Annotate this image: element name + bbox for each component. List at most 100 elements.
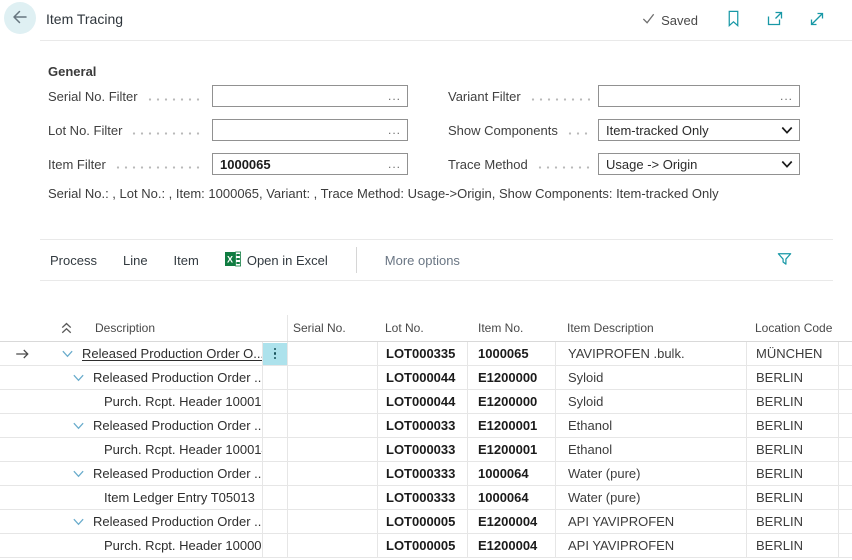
serial-cell[interactable]: [287, 390, 377, 413]
description-cell[interactable]: Purch. Rcpt. Header 100017: [0, 390, 262, 413]
lot-cell[interactable]: LOT000044: [377, 366, 467, 389]
table-row[interactable]: Item Ledger Entry T05013 LOT000333 10000…: [0, 486, 852, 510]
location-cell[interactable]: BERLIN: [746, 462, 838, 485]
table-row[interactable]: Released Production Order ... LOT000005 …: [0, 510, 852, 534]
expand-chevron-icon[interactable]: [59, 346, 75, 362]
trace-method-select[interactable]: Usage -> Origin: [598, 153, 800, 175]
location-cell[interactable]: BERLIN: [746, 438, 838, 461]
lot-cell[interactable]: LOT000044: [377, 390, 467, 413]
description-cell[interactable]: Purch. Rcpt. Header 100014: [0, 438, 262, 461]
lot-cell[interactable]: LOT000005: [377, 510, 467, 533]
serial-cell[interactable]: [287, 438, 377, 461]
column-header-lot-no[interactable]: Lot No.: [385, 321, 424, 335]
itemno-cell[interactable]: E1200004: [467, 534, 555, 557]
itemdesc-cell[interactable]: Ethanol: [555, 438, 746, 461]
serial-cell[interactable]: [287, 510, 377, 533]
description-cell[interactable]: Purch. Rcpt. Header 100005: [0, 534, 262, 557]
itemno-cell[interactable]: E1200000: [467, 390, 555, 413]
itemdesc-cell[interactable]: API YAVIPROFEN: [555, 534, 746, 557]
lot-no-filter-input[interactable]: [213, 120, 407, 140]
serial-cell[interactable]: [287, 366, 377, 389]
location-cell[interactable]: MÜNCHEN: [746, 342, 838, 365]
lot-cell[interactable]: LOT000033: [377, 438, 467, 461]
lot-cell[interactable]: LOT000033: [377, 414, 467, 437]
description-cell[interactable]: Released Production Order ...: [0, 414, 262, 437]
table-row[interactable]: Released Production Order O... LOT000335…: [0, 342, 852, 366]
itemno-cell[interactable]: E1200001: [467, 414, 555, 437]
table-row[interactable]: Purch. Rcpt. Header 100005 LOT000005 E12…: [0, 534, 852, 558]
open-in-excel-button[interactable]: X Open in Excel: [223, 247, 330, 274]
column-header-serial-no[interactable]: Serial No.: [293, 321, 346, 335]
variant-filter-input[interactable]: [599, 86, 799, 106]
serial-no-filter-input[interactable]: [213, 86, 407, 106]
lot-cell[interactable]: LOT000005: [377, 534, 467, 557]
description-cell[interactable]: Item Ledger Entry T05013: [0, 486, 262, 509]
itemno-cell[interactable]: E1200004: [467, 510, 555, 533]
more-options-button[interactable]: More options: [383, 249, 462, 272]
location-cell[interactable]: BERLIN: [746, 366, 838, 389]
item-filter-input[interactable]: [213, 154, 407, 174]
itemdesc-cell[interactable]: Syloid: [555, 390, 746, 413]
bookmark-button[interactable]: [722, 9, 744, 31]
expand-chevron-icon[interactable]: [70, 370, 86, 386]
show-components-select[interactable]: Item-tracked Only: [598, 119, 800, 141]
location-cell[interactable]: BERLIN: [746, 486, 838, 509]
itemno-cell[interactable]: 1000064: [467, 486, 555, 509]
filter-button[interactable]: [773, 249, 795, 271]
table-row[interactable]: Purch. Rcpt. Header 100017 LOT000044 E12…: [0, 390, 852, 414]
lot-cell[interactable]: LOT000335: [377, 342, 467, 365]
serial-cell[interactable]: [287, 342, 377, 365]
expand-chevron-icon[interactable]: [70, 418, 86, 434]
itemno-cell[interactable]: 1000064: [467, 462, 555, 485]
itemdesc-cell[interactable]: Water (pure): [555, 486, 746, 509]
description-cell[interactable]: Released Production Order ...: [0, 510, 262, 533]
table-row[interactable]: Purch. Rcpt. Header 100014 LOT000033 E12…: [0, 438, 852, 462]
lot-cell[interactable]: LOT000333: [377, 462, 467, 485]
lot-no-assist-button[interactable]: ...: [385, 120, 404, 140]
expand-chevron-icon[interactable]: [70, 466, 86, 482]
itemdesc-cell[interactable]: Syloid: [555, 366, 746, 389]
location-cell[interactable]: BERLIN: [746, 390, 838, 413]
item-filter-assist-button[interactable]: ...: [385, 154, 404, 174]
table-row[interactable]: Released Production Order ... LOT000044 …: [0, 366, 852, 390]
description-cell[interactable]: Released Production Order ...: [0, 366, 262, 389]
table-row[interactable]: Released Production Order ... LOT000333 …: [0, 462, 852, 486]
dotted-leader: [566, 132, 590, 135]
itemdesc-cell[interactable]: Water (pure): [555, 462, 746, 485]
item-tracing-page: Item Tracing Saved: [0, 0, 852, 560]
row-menu-cell: [262, 438, 287, 461]
column-header-item-description[interactable]: Item Description: [567, 321, 654, 335]
open-in-window-button[interactable]: [764, 9, 786, 31]
itemno-cell[interactable]: 1000065: [467, 342, 555, 365]
description-cell[interactable]: Released Production Order O...: [0, 342, 262, 365]
row-menu-button[interactable]: [263, 343, 287, 365]
description-cell[interactable]: Released Production Order ...: [0, 462, 262, 485]
serial-cell[interactable]: [287, 534, 377, 557]
item-menu-button[interactable]: Item: [172, 249, 201, 272]
variant-assist-button[interactable]: ...: [777, 86, 796, 106]
serial-cell[interactable]: [287, 462, 377, 485]
location-cell[interactable]: BERLIN: [746, 510, 838, 533]
table-row[interactable]: Released Production Order ... LOT000033 …: [0, 414, 852, 438]
column-header-description[interactable]: Description: [95, 321, 155, 335]
chevron-down-icon: [781, 160, 793, 169]
location-cell[interactable]: BERLIN: [746, 534, 838, 557]
serial-cell[interactable]: [287, 486, 377, 509]
collapse-all-button[interactable]: [58, 320, 75, 340]
location-cell[interactable]: BERLIN: [746, 414, 838, 437]
itemno-cell[interactable]: E1200001: [467, 438, 555, 461]
expand-button[interactable]: [806, 9, 828, 31]
expand-chevron-icon[interactable]: [70, 514, 86, 530]
itemdesc-cell[interactable]: Ethanol: [555, 414, 746, 437]
itemdesc-cell[interactable]: YAVIPROFEN .bulk.: [555, 342, 746, 365]
line-menu-button[interactable]: Line: [121, 249, 150, 272]
column-header-item-no[interactable]: Item No.: [478, 321, 523, 335]
serial-cell[interactable]: [287, 414, 377, 437]
itemdesc-cell[interactable]: API YAVIPROFEN: [555, 510, 746, 533]
serial-no-assist-button[interactable]: ...: [385, 86, 404, 106]
lot-cell[interactable]: LOT000333: [377, 486, 467, 509]
column-header-location-code[interactable]: Location Code: [755, 321, 832, 335]
itemno-cell[interactable]: E1200000: [467, 366, 555, 389]
process-menu-button[interactable]: Process: [48, 249, 99, 272]
back-button[interactable]: [4, 2, 36, 34]
